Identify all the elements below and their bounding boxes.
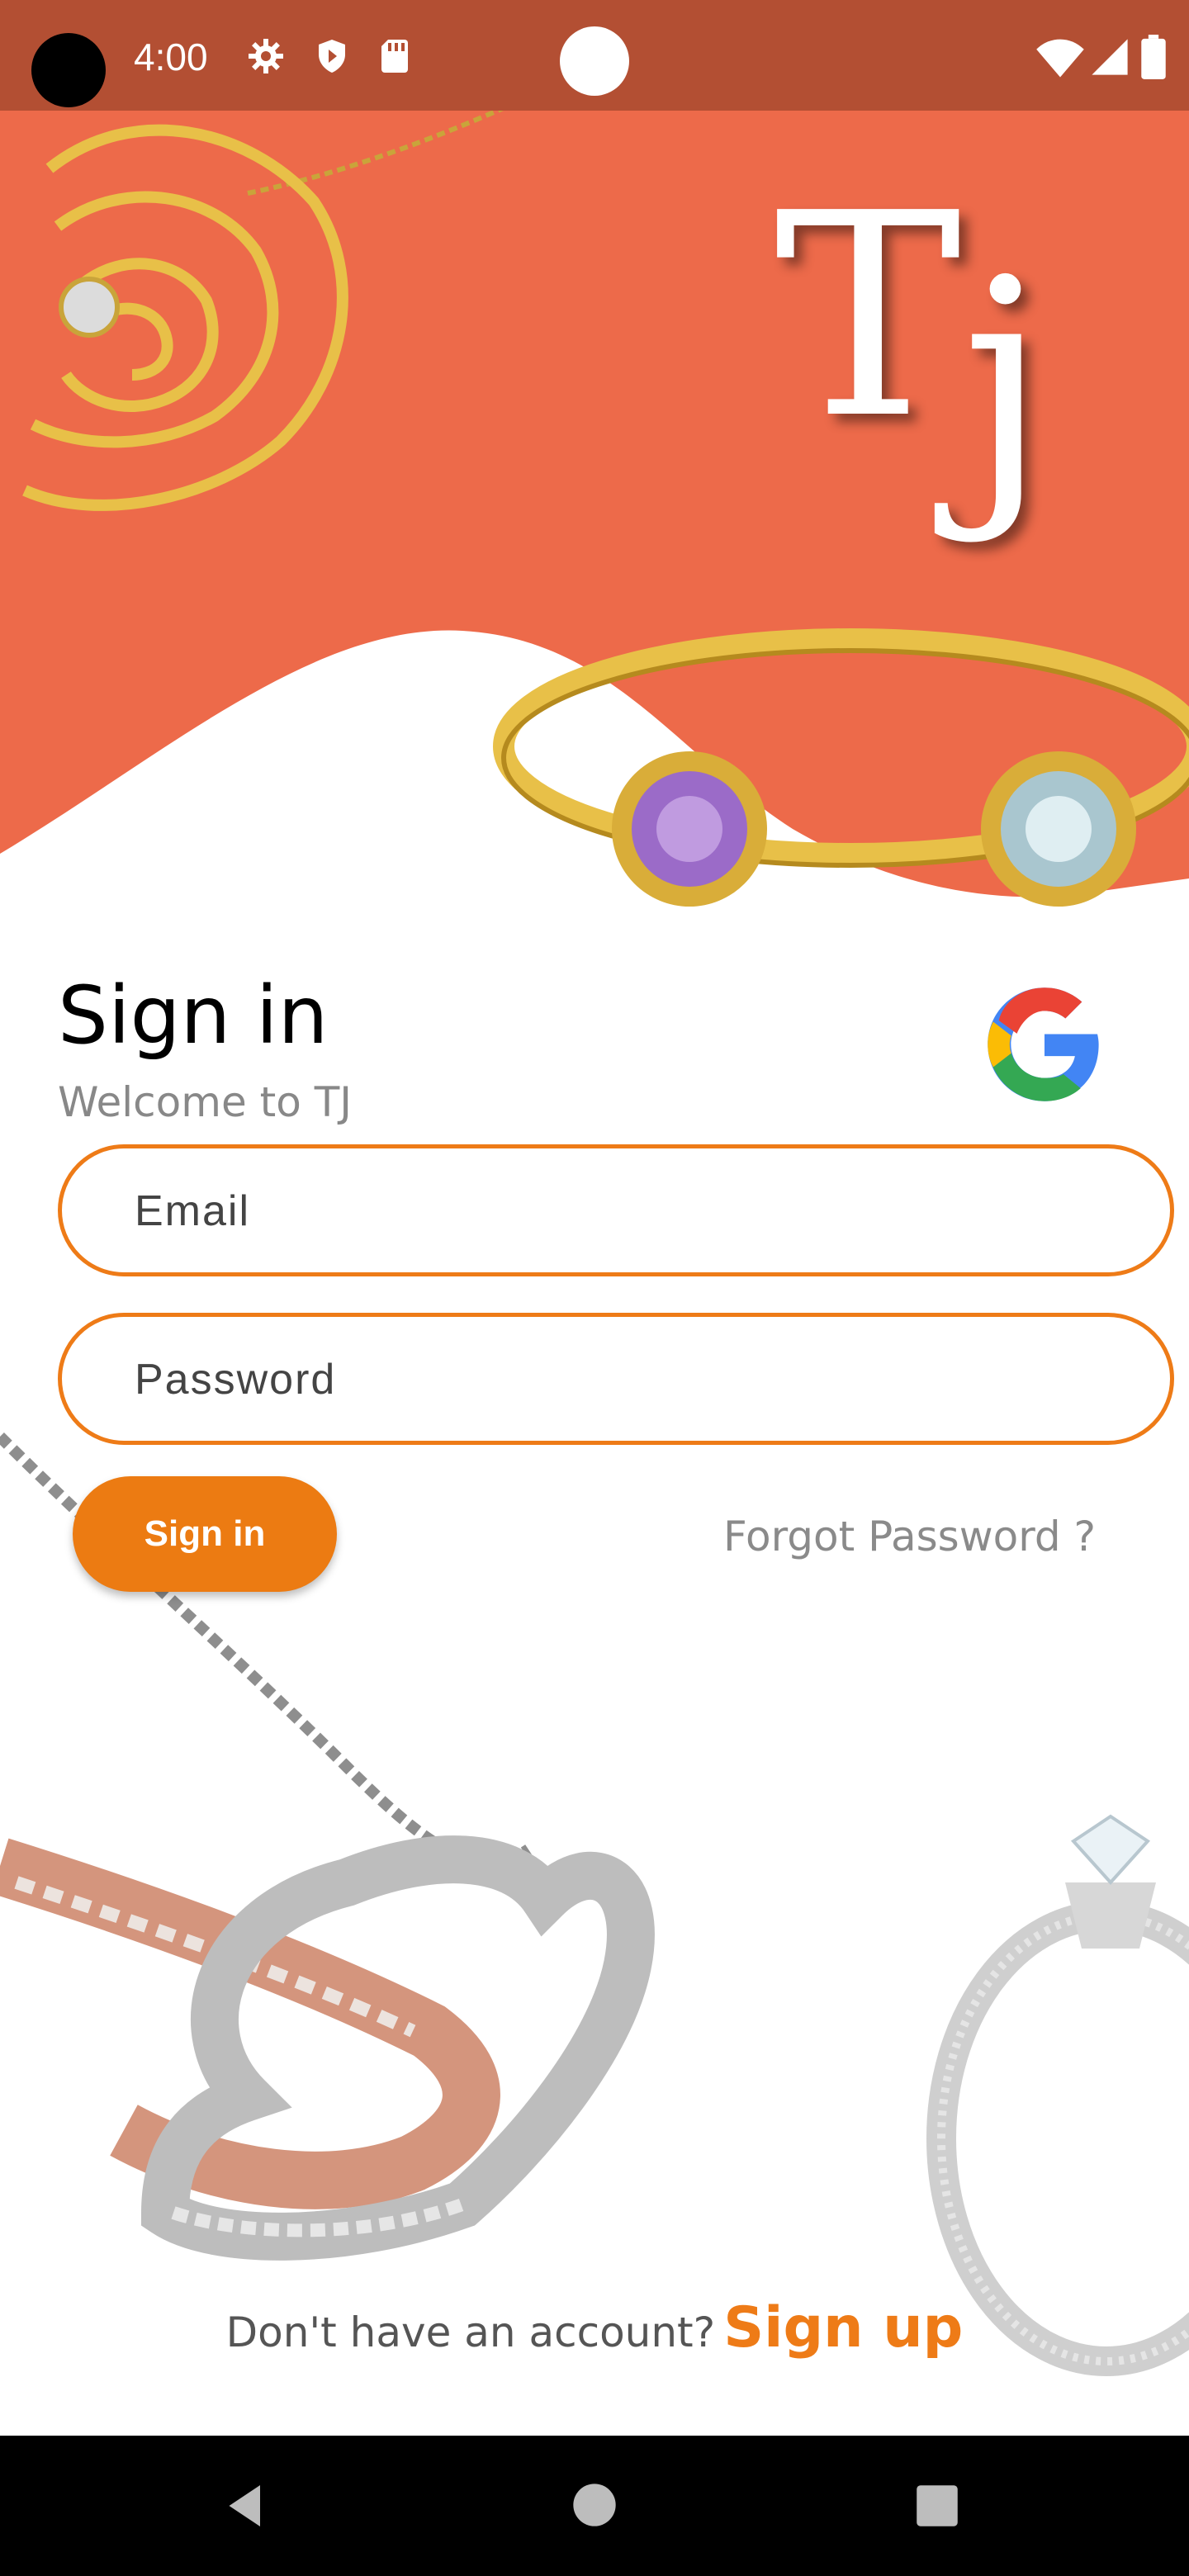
recents-icon[interactable] xyxy=(915,2484,959,2528)
battery-icon xyxy=(1141,35,1166,79)
shield-icon xyxy=(319,40,345,73)
sign-in-button[interactable]: Sign in xyxy=(73,1476,337,1592)
page-subtitle: Welcome to TJ xyxy=(58,1078,352,1126)
hero-banner: Tj xyxy=(0,111,1189,953)
back-icon[interactable] xyxy=(223,2481,272,2531)
email-field[interactable] xyxy=(133,1148,1111,1274)
email-field-container xyxy=(58,1144,1174,1276)
settings-icon xyxy=(249,39,283,73)
sign-up-link[interactable]: Sign up xyxy=(723,2295,963,2361)
signal-icon xyxy=(1092,39,1128,75)
sd-card-icon xyxy=(381,40,408,73)
logo-letter-t: T xyxy=(774,154,962,481)
forgot-password-link[interactable]: Forgot Password ? xyxy=(723,1508,1096,1565)
brand-logo: Tj xyxy=(775,160,1049,540)
logo-letter-j: j xyxy=(961,220,1049,547)
signup-row: Don't have an account? Sign up xyxy=(0,2295,1189,2361)
page-title: Sign in xyxy=(58,969,329,1062)
camera-circle xyxy=(560,26,629,96)
signup-prompt: Don't have an account? xyxy=(225,2308,716,2356)
password-field-container xyxy=(58,1313,1174,1445)
status-time: 4:00 xyxy=(134,36,208,78)
wifi-icon xyxy=(1036,39,1084,78)
camera-cutout xyxy=(31,33,106,107)
google-icon[interactable] xyxy=(983,983,1106,1106)
password-field[interactable] xyxy=(133,1317,1111,1442)
home-icon[interactable] xyxy=(571,2482,618,2528)
